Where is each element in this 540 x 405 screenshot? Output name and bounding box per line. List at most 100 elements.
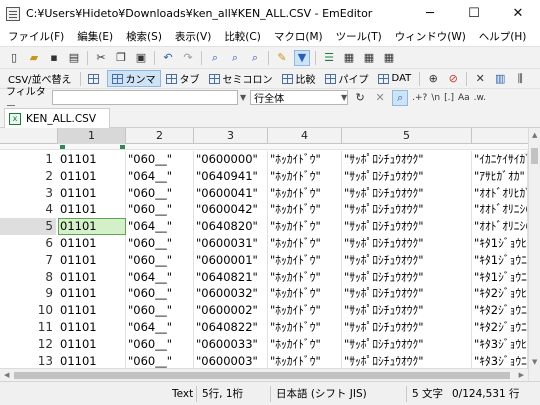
table-cell[interactable]: "0600003": [194, 352, 268, 370]
table-cell[interactable]: "ｷﾀ2ｼﾞｮｳﾆｼ: [472, 302, 528, 319]
table-cell[interactable]: "ｻｯﾎﾟﾛｼﾁｭｳｵｳｸ": [342, 268, 472, 286]
row-number[interactable]: 2: [0, 168, 56, 185]
no-symbol-icon[interactable]: ⊘: [445, 71, 461, 87]
table-cell[interactable]: "ｻｯﾎﾟﾛｼﾁｭｳｵｳｸ": [342, 285, 472, 303]
row-number[interactable]: 4: [0, 201, 56, 218]
table-cell[interactable]: "ｵｵﾄﾞｵﾘﾋｶﾞ: [472, 184, 528, 202]
layout-icon[interactable]: ▦: [361, 50, 377, 66]
redo-icon[interactable]: ↷: [180, 50, 196, 66]
csv-grid-toggle[interactable]: [84, 70, 106, 87]
row-number[interactable]: 5: [0, 218, 56, 235]
tab-mode-button[interactable]: タブ: [162, 70, 204, 87]
replace-icon[interactable]: ⌕: [247, 50, 263, 66]
table-cell[interactable]: "ｷﾀ1ｼﾞｮｳﾆｼ: [472, 251, 528, 269]
column-header-3[interactable]: 3: [194, 128, 268, 144]
cut-icon[interactable]: ✂: [93, 50, 109, 66]
scroll-down-icon[interactable]: ▼: [532, 358, 537, 366]
semicolon-mode-button[interactable]: セミコロン: [205, 70, 277, 87]
table-cell[interactable]: "ｷﾀ2ｼﾞｮｳﾋｶ: [472, 285, 528, 303]
table-cell[interactable]: "0640822": [194, 319, 268, 336]
column-layout-icon[interactable]: ▥: [492, 71, 508, 87]
table-cell[interactable]: "ｻｯﾎﾟﾛｼﾁｭｳｵｳｸ": [342, 251, 472, 269]
table-cell[interactable]: "ﾎｯｶｲﾄﾞｳ": [268, 251, 342, 269]
search-filter-icon[interactable]: ⌕: [392, 89, 409, 106]
regex-toggle[interactable]: .+?: [412, 90, 427, 106]
menu-tools[interactable]: ツール(T): [336, 29, 382, 44]
table-cell[interactable]: 01101: [58, 251, 126, 269]
table-cell[interactable]: "ｻｯﾎﾟﾛｼﾁｭｳｵｳｸ": [342, 151, 472, 168]
tools-icon[interactable]: ✕: [472, 71, 488, 87]
open-folder-icon[interactable]: ▰: [26, 50, 42, 66]
row-number[interactable]: 8: [0, 269, 56, 286]
scroll-left-icon[interactable]: ◀: [4, 371, 9, 379]
table-cell[interactable]: "ｷﾀ3ｼﾞｮｳﾆｼ: [472, 352, 528, 370]
table-cell[interactable]: "0600042": [194, 201, 268, 219]
table-cell[interactable]: 01101: [58, 235, 126, 252]
table-cell[interactable]: "ｻｯﾎﾟﾛｼﾁｭｳｵｳｸ": [342, 167, 472, 185]
table-cell[interactable]: "060__": [126, 302, 194, 319]
table-cell[interactable]: "0640821": [194, 268, 268, 286]
table-cell[interactable]: "064__": [126, 167, 194, 185]
table-cell[interactable]: "060__": [126, 201, 194, 219]
outline-icon[interactable]: ☰: [321, 50, 337, 66]
row-number[interactable]: 1: [0, 151, 56, 168]
columns-icon[interactable]: ⫼: [512, 71, 528, 87]
table-cell[interactable]: "060__": [126, 184, 194, 202]
refresh-icon[interactable]: ↻: [352, 90, 368, 106]
minimize-button[interactable]: ─: [408, 0, 452, 27]
column-header-4[interactable]: 4: [268, 128, 342, 144]
table-cell[interactable]: "ｻｯﾎﾟﾛｼﾁｭｳｵｳｸ": [342, 335, 472, 353]
status-position[interactable]: 5行, 1桁: [202, 382, 243, 405]
table-cell[interactable]: 01101: [58, 302, 126, 319]
table-cell[interactable]: "064__": [126, 218, 194, 235]
window-icon[interactable]: ▦: [381, 50, 397, 66]
menu-search[interactable]: 検索(S): [126, 29, 162, 44]
row-number[interactable]: 7: [0, 252, 56, 269]
table-cell[interactable]: "ｱｻﾋｶﾞｵｶ": [472, 167, 528, 185]
table-cell[interactable]: 01101: [58, 167, 126, 185]
copy-icon[interactable]: ❐: [113, 50, 129, 66]
clear-filter-icon[interactable]: ✕: [372, 90, 388, 106]
table-cell[interactable]: "0600033": [194, 335, 268, 353]
row-number[interactable]: 12: [0, 336, 56, 353]
table-cell[interactable]: "ﾎｯｶｲﾄﾞｳ": [268, 201, 342, 219]
highlight-icon[interactable]: ✎: [274, 50, 290, 66]
table-cell[interactable]: "ｷﾀ3ｼﾞｮｳﾋｶ: [472, 335, 528, 353]
table-cell[interactable]: "ｻｯﾎﾟﾛｼﾁｭｳｵｳｸ": [342, 319, 472, 336]
table-cell[interactable]: "0600032": [194, 285, 268, 303]
table-cell[interactable]: "064__": [126, 319, 194, 336]
menu-file[interactable]: ファイル(F): [8, 29, 64, 44]
table-cell[interactable]: "ｷﾀ2ｼﾞｮｳﾆｼ: [472, 319, 528, 336]
table-cell[interactable]: "ﾎｯｶｲﾄﾞｳ": [268, 352, 342, 370]
table-cell[interactable]: "ｻｯﾎﾟﾛｼﾁｭｳｵｳｸ": [342, 352, 472, 370]
table-cell[interactable]: 01101: [58, 319, 126, 336]
table-cell[interactable]: "0600000": [194, 151, 268, 168]
table-cell[interactable]: "ﾎｯｶｲﾄﾞｳ": [268, 235, 342, 252]
table-cell[interactable]: "ﾎｯｶｲﾄﾞｳ": [268, 302, 342, 319]
bracket-toggle[interactable]: [.]: [444, 90, 454, 106]
table-cell[interactable]: "ｻｯﾎﾟﾛｼﾁｭｳｵｳｸ": [342, 184, 472, 202]
undo-icon[interactable]: ↶: [160, 50, 176, 66]
case-toggle[interactable]: Aa: [458, 90, 470, 106]
row-number[interactable]: 3: [0, 185, 56, 202]
status-mode[interactable]: Text: [172, 382, 193, 405]
menu-edit[interactable]: 編集(E): [77, 29, 113, 44]
table-cell[interactable]: "ﾎｯｶｲﾄﾞｳ": [268, 268, 342, 286]
table-cell[interactable]: "0600031": [194, 235, 268, 252]
row-number[interactable]: 11: [0, 319, 56, 336]
row-number[interactable]: 10: [0, 302, 56, 319]
table-cell[interactable]: "060__": [126, 251, 194, 269]
column-header-2[interactable]: 2: [126, 128, 194, 144]
print-icon[interactable]: ▤: [66, 50, 82, 66]
table-cell[interactable]: "ｵｵﾄﾞｵﾘﾆｼ(: [472, 218, 528, 235]
horizontal-scrollbar[interactable]: ◀ ▶: [0, 368, 528, 381]
table-cell[interactable]: "ﾎｯｶｲﾄﾞｳ": [268, 319, 342, 336]
menu-window[interactable]: ウィンドウ(W): [395, 29, 466, 44]
table-cell[interactable]: "ﾎｯｶｲﾄﾞｳ": [268, 218, 342, 235]
add-column-icon[interactable]: ⊕: [425, 71, 441, 87]
bookmark-icon[interactable]: ▦: [341, 50, 357, 66]
maximize-button[interactable]: ☐: [452, 0, 496, 27]
compare-mode-button[interactable]: 比較: [278, 70, 320, 87]
table-cell[interactable]: "0640820": [194, 218, 268, 235]
paste-icon[interactable]: ▣: [133, 50, 149, 66]
